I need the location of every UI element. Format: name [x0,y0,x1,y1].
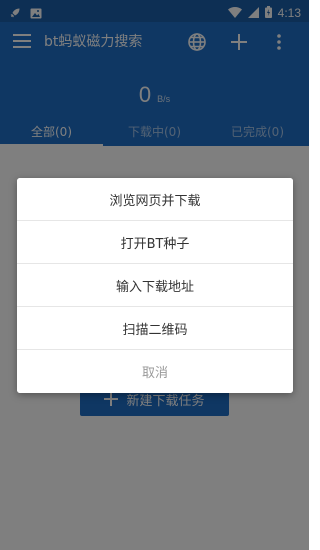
enter-download-url-option[interactable]: 输入下载地址 [17,264,293,307]
open-bt-torrent-option[interactable]: 打开BT种子 [17,221,293,264]
browse-web-download-option[interactable]: 浏览网页并下载 [17,178,293,221]
scan-qr-code-option[interactable]: 扫描二维码 [17,307,293,350]
cancel-button[interactable]: 取消 [17,350,293,393]
add-task-dialog: 浏览网页并下载 打开BT种子 输入下载地址 扫描二维码 取消 [17,178,293,393]
